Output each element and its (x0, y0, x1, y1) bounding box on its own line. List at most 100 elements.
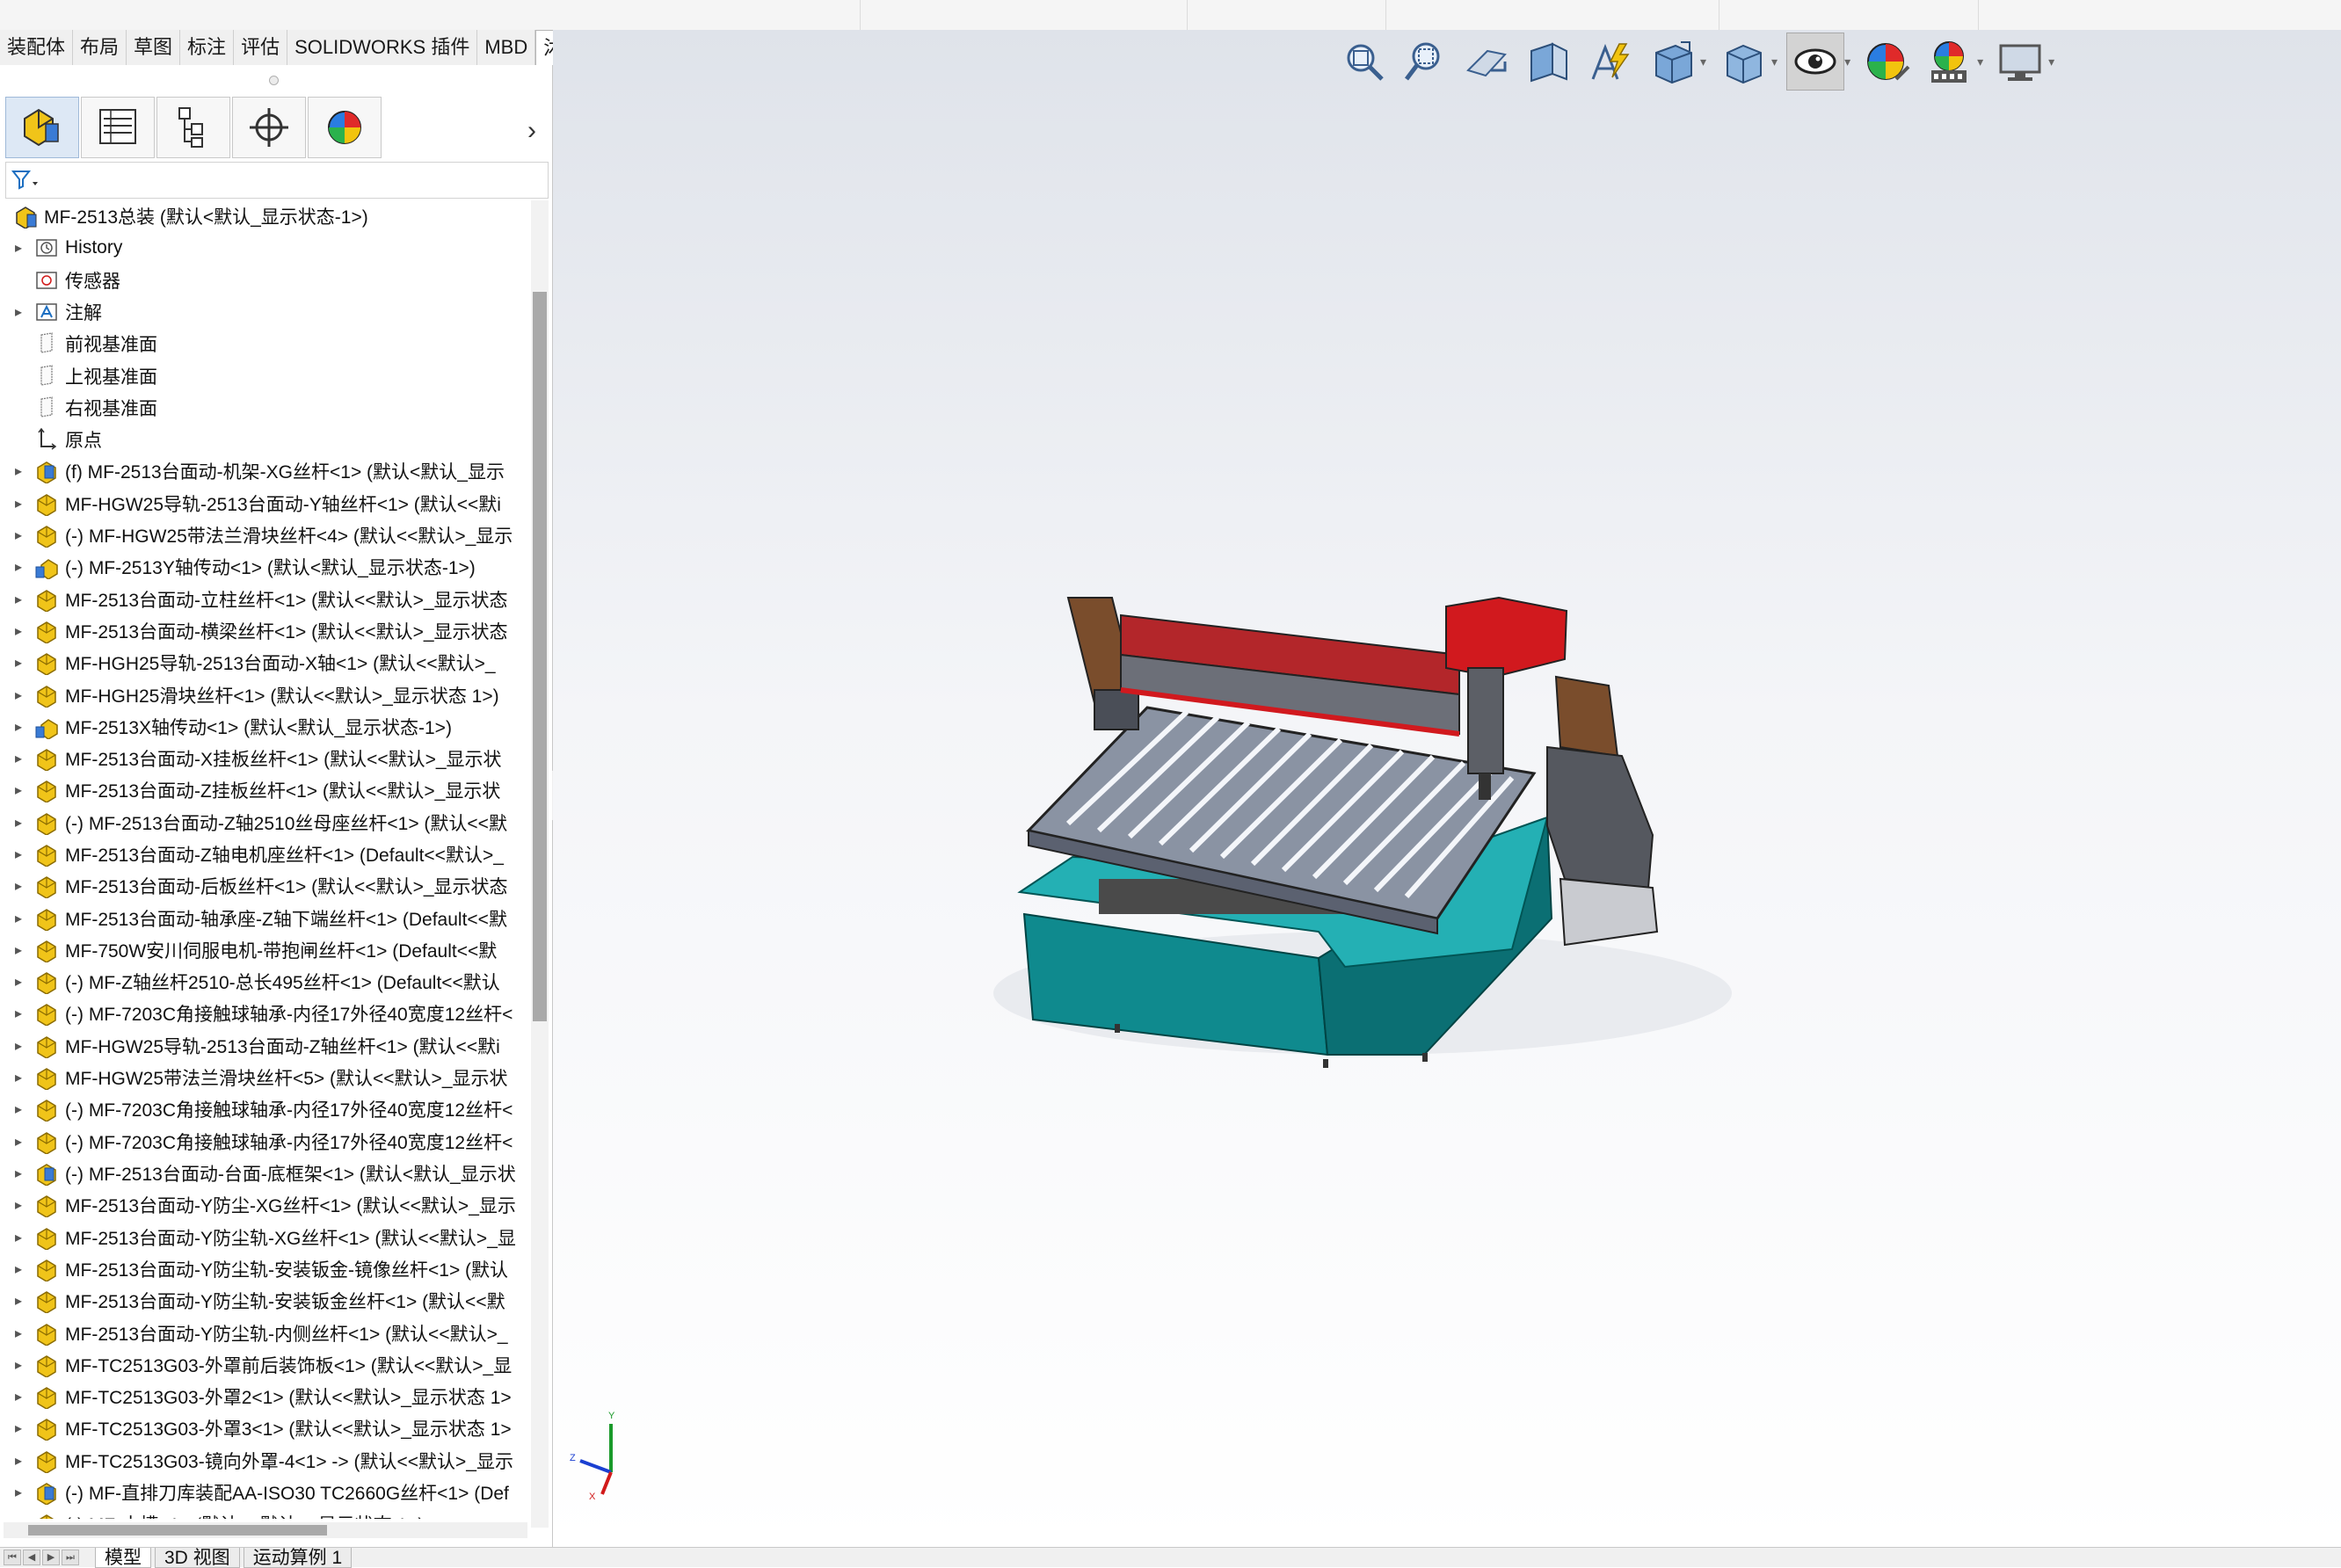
tree-item[interactable]: 原点 (0, 424, 527, 455)
bottom-tab[interactable]: 3D 视图 (155, 1548, 240, 1568)
expand-arrow-icon[interactable]: ▸ (11, 462, 26, 480)
expand-arrow-icon[interactable]: ▸ (11, 526, 26, 544)
expand-arrow-icon[interactable]: ▸ (11, 1419, 26, 1437)
first-tab-icon[interactable]: ⏮ (4, 1550, 21, 1565)
dynamic-annotation-views-icon[interactable] (1582, 33, 1639, 90)
expand-arrow-icon[interactable]: ▸ (11, 1260, 26, 1278)
ribbon-tab[interactable]: 布局 (73, 30, 127, 65)
tree-vertical-scrollbar[interactable] (531, 200, 549, 1528)
tree-item[interactable]: ▸ MF-2513X轴传动<1> (默认<默认_显示状态-1>) (0, 711, 527, 743)
more-tabs-chevron-icon[interactable]: › (527, 116, 536, 146)
expand-arrow-icon[interactable]: ▸ (11, 877, 26, 895)
expand-arrow-icon[interactable]: ▸ (11, 1388, 26, 1405)
tree-item[interactable]: ▸ (-) MF-2513台面动-Z轴2510丝母座丝杆<1> (默认<<默 (0, 807, 527, 838)
tree-item[interactable]: ▸ MF-2513台面动-Y防尘轨-安装钣金丝杆<1> (默认<<默 (0, 1285, 527, 1317)
tree-item[interactable]: ▸ (-) MF-HGW25带法兰滑块丝杆<4> (默认<<默认>_显示 (0, 519, 527, 551)
tree-item[interactable]: ▸ MF-2513台面动-Y防尘轨-XG丝杆<1> (默认<<默认>_显 (0, 1222, 527, 1253)
expand-arrow-icon[interactable]: ▸ (11, 1069, 26, 1086)
display-style-icon[interactable] (1715, 33, 1771, 90)
next-tab-icon[interactable]: ▶ (42, 1550, 60, 1565)
tree-item[interactable]: ▸ MF-2513台面动-X挂板丝杆<1> (默认<<默认>_显示状 (0, 743, 527, 774)
tree-item[interactable]: ▸ (-) MF-7203C角接触球轴承-内径17外径40宽度12丝杆< (0, 1093, 527, 1125)
tree-item[interactable]: 右视基准面 (0, 392, 527, 424)
view-settings-icon[interactable] (1992, 33, 2048, 90)
expand-arrow-icon[interactable]: ▸ (11, 622, 26, 640)
tree-item[interactable]: ▸ (-) MF-2513台面动-台面-底框架<1> (默认<默认_显示状 (0, 1158, 527, 1189)
expand-arrow-icon[interactable]: ▸ (11, 1484, 26, 1501)
expand-arrow-icon[interactable]: ▸ (11, 1229, 26, 1246)
filter-icon[interactable] (6, 163, 41, 194)
featuremanager-tab-icon[interactable] (5, 97, 79, 158)
tree-item[interactable]: ▸ (-) MF-水槽<1> (默认<<默认>_显示状态 1>) (0, 1508, 527, 1519)
hide-show-items-icon[interactable] (1786, 33, 1845, 91)
dropdown-arrow-icon[interactable]: ▾ (1700, 54, 1706, 69)
expand-arrow-icon[interactable]: ▸ (11, 1356, 26, 1374)
expand-arrow-icon[interactable]: ▸ (11, 814, 26, 831)
cnc-router-model[interactable] (553, 30, 2341, 1547)
dropdown-arrow-icon[interactable]: ▾ (1844, 54, 1850, 69)
expand-arrow-icon[interactable]: ▸ (11, 654, 26, 671)
tree-item[interactable]: ▸ MF-HGH25滑块丝杆<1> (默认<<默认>_显示状态 1>) (0, 679, 527, 711)
expand-arrow-icon[interactable]: ▸ (11, 750, 26, 767)
edit-appearance-icon[interactable] (1859, 33, 1916, 90)
tree-item[interactable]: ▸ MF-HGW25导轨-2513台面动-Z轴丝杆<1> (默认<<默i (0, 1030, 527, 1062)
dropdown-arrow-icon[interactable]: ▾ (1771, 54, 1778, 69)
displaymanager-tab-icon[interactable] (308, 97, 382, 158)
expand-arrow-icon[interactable]: ▸ (11, 1133, 26, 1151)
tree-root[interactable]: MF-2513总装 (默认<默认_显示状态-1>) (0, 200, 527, 232)
expand-arrow-icon[interactable]: ▸ (11, 1037, 26, 1055)
expand-arrow-icon[interactable]: ▸ (11, 846, 26, 863)
apply-scene-icon[interactable] (1921, 33, 1977, 90)
tree-item[interactable]: ▸ MF-2513台面动-Y防尘-XG丝杆<1> (默认<<默认>_显示 (0, 1189, 527, 1221)
tree-item[interactable]: ▸ (-) MF-直排刀库装配AA-ISO30 TC2660G丝杆<1> (Def (0, 1477, 527, 1508)
previous-view-icon[interactable] (1459, 33, 1516, 90)
tree-item[interactable]: ▸ (-) MF-2513Y轴传动<1> (默认<默认_显示状态-1>) (0, 551, 527, 583)
ribbon-tab[interactable]: 标注 (180, 30, 235, 65)
tree-item[interactable]: ▸ MF-2513台面动-后板丝杆<1> (默认<<默认>_显示状态 (0, 870, 527, 902)
tree-item[interactable]: ▸ MF-2513台面动-Z轴电机座丝杆<1> (Default<<默认>_ (0, 838, 527, 870)
expand-arrow-icon[interactable]: ▸ (11, 1196, 26, 1214)
bottom-tab[interactable]: 模型 (95, 1548, 151, 1568)
expand-arrow-icon[interactable]: ▸ (11, 973, 26, 991)
tree-item[interactable]: 上视基准面 (0, 360, 527, 392)
tree-item[interactable]: ▸ MF-2513台面动-Y防尘轨-安装钣金-镜像丝杆<1> (默认 (0, 1253, 527, 1285)
tree-item[interactable]: ▸ MF-2513台面动-Y防尘轨-内侧丝杆<1> (默认<<默认>_ (0, 1318, 527, 1349)
expand-arrow-icon[interactable]: ▸ (11, 1515, 26, 1519)
tree-item[interactable]: ▸ History (0, 232, 527, 264)
dimxpertmanager-tab-icon[interactable] (232, 97, 306, 158)
expand-arrow-icon[interactable]: ▸ (11, 1325, 26, 1342)
propertymanager-tab-icon[interactable] (81, 97, 155, 158)
tree-item[interactable]: ▸ MF-HGW25带法兰滑块丝杆<5> (默认<<默认>_显示状 (0, 1062, 527, 1093)
horizontal-scroll-thumb[interactable] (28, 1525, 327, 1535)
ribbon-tab[interactable]: 装配体 (0, 30, 74, 65)
zoom-to-fit-icon[interactable] (1336, 33, 1392, 90)
graphics-area[interactable] (553, 30, 2341, 1547)
dropdown-arrow-icon[interactable]: ▾ (1977, 54, 1983, 69)
ribbon-tab[interactable]: 评估 (234, 30, 288, 65)
vertical-scroll-thumb[interactable] (533, 292, 547, 1021)
expand-arrow-icon[interactable]: ▸ (11, 1005, 26, 1022)
tree-item[interactable]: ▸ MF-750W安川伺服电机-带抱闸丝杆<1> (Default<<默 (0, 934, 527, 966)
prev-tab-icon[interactable]: ◀ (23, 1550, 40, 1565)
expand-arrow-icon[interactable]: ▸ (11, 941, 26, 959)
tree-item[interactable]: ▸ MF-TC2513G03-镜向外罩-4<1> -> (默认<<默认>_显示 (0, 1445, 527, 1477)
pane-grip[interactable] (269, 76, 279, 85)
expand-arrow-icon[interactable]: ▸ (11, 781, 26, 799)
expand-arrow-icon[interactable]: ▸ (11, 303, 26, 321)
bottom-tab[interactable]: 运动算例 1 (243, 1548, 353, 1568)
expand-arrow-icon[interactable]: ▸ (11, 1292, 26, 1310)
tree-item[interactable]: ▸ (f) MF-2513台面动-机架-XG丝杆<1> (默认<默认_显示 (0, 455, 527, 487)
tree-item[interactable]: ▸ MF-2513台面动-Z挂板丝杆<1> (默认<<默认>_显示状 (0, 774, 527, 806)
view-orientation-icon[interactable] (1644, 33, 1700, 90)
last-tab-icon[interactable]: ⏭ (62, 1550, 79, 1565)
expand-arrow-icon[interactable]: ▸ (11, 1165, 26, 1182)
expand-arrow-icon[interactable]: ▸ (11, 1100, 26, 1118)
expand-arrow-icon[interactable]: ▸ (11, 239, 26, 257)
tree-item[interactable]: ▸ MF-TC2513G03-外罩2<1> (默认<<默认>_显示状态 1> (0, 1381, 527, 1412)
tree-item[interactable]: ▸ (-) MF-7203C角接触球轴承-内径17外径40宽度12丝杆< (0, 998, 527, 1029)
tree-item[interactable]: ▸ MF-2513台面动-轴承座-Z轴下端丝杆<1> (Default<<默 (0, 903, 527, 934)
configurationmanager-tab-icon[interactable] (156, 97, 230, 158)
expand-arrow-icon[interactable]: ▸ (11, 910, 26, 927)
tree-item[interactable]: ▸ MF-HGH25导轨-2513台面动-X轴<1> (默认<<默认>_ (0, 647, 527, 679)
ribbon-tab[interactable]: MBD (477, 30, 536, 65)
